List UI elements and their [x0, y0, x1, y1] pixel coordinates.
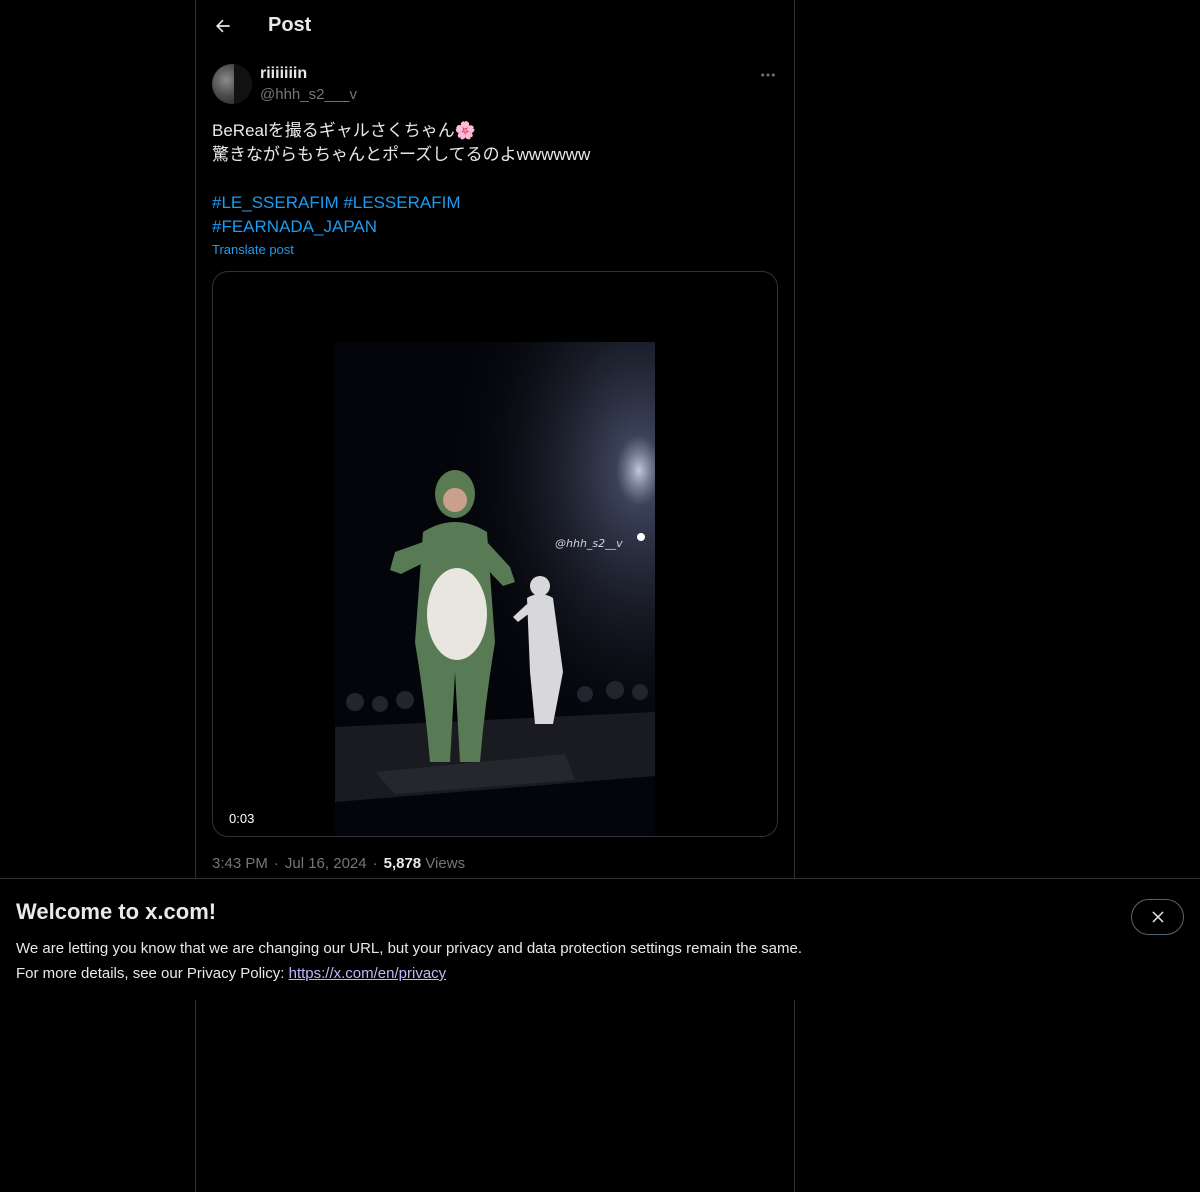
hashtag-link[interactable]: #LESSERAFIM — [343, 193, 460, 212]
post-text: BeRealを撮るギャルさくちゃん🌸 驚きながらもちゃんとポーズしてるのよwww… — [212, 119, 772, 239]
avatar[interactable] — [212, 64, 252, 104]
back-button[interactable] — [206, 9, 240, 43]
video-watermark: @hhh_s2__v — [555, 537, 623, 550]
video-thumbnail: @hhh_s2__v — [335, 342, 655, 836]
privacy-policy-link[interactable]: https://x.com/en/privacy — [289, 965, 447, 982]
post-column: Post riiiiiiin @hhh_s2___v BeRealを撮るギャルさ… — [195, 0, 795, 1192]
video-duration: 0:03 — [221, 809, 263, 828]
welcome-banner: Welcome to x.com! We are letting you kno… — [0, 878, 1200, 1000]
post-text-line: BeRealを撮るギャルさくちゃん🌸 — [212, 121, 476, 140]
post-time[interactable]: 3:43 PM — [212, 855, 268, 872]
more-horizontal-icon — [761, 73, 775, 77]
banner-message: We are letting you know that we are chan… — [16, 940, 802, 957]
translate-post-link[interactable]: Translate post — [212, 242, 294, 257]
close-icon — [1152, 911, 1163, 923]
hashtag-link[interactable]: #FEARNADA_JAPAN — [212, 217, 377, 236]
post-metadata: 3:43 PM · Jul 16, 2024 · 5,878 Views — [212, 855, 466, 872]
post-text-line: 驚きながらもちゃんとポーズしてるのよwwwwww — [212, 145, 591, 164]
page-title: Post — [268, 14, 312, 36]
author-display-name[interactable]: riiiiiiin — [260, 65, 307, 83]
banner-text: We are letting you know that we are chan… — [16, 936, 802, 986]
hashtag-link[interactable]: #LE_SSERAFIM — [212, 193, 339, 212]
views-count: 5,878 — [383, 855, 422, 872]
banner-policy-text: For more details, see our Privacy Policy… — [16, 965, 285, 982]
banner-title: Welcome to x.com! — [16, 899, 217, 924]
post-date[interactable]: Jul 16, 2024 — [285, 855, 367, 872]
close-banner-button[interactable] — [1131, 899, 1184, 935]
more-options-button[interactable] — [756, 64, 780, 86]
video-player[interactable]: @hhh_s2__v 0:03 — [212, 271, 778, 837]
views-label: Views — [425, 855, 466, 872]
arrow-left-icon — [216, 19, 230, 33]
author-handle[interactable]: @hhh_s2___v — [260, 86, 357, 103]
header-bar: Post — [196, 0, 794, 53]
